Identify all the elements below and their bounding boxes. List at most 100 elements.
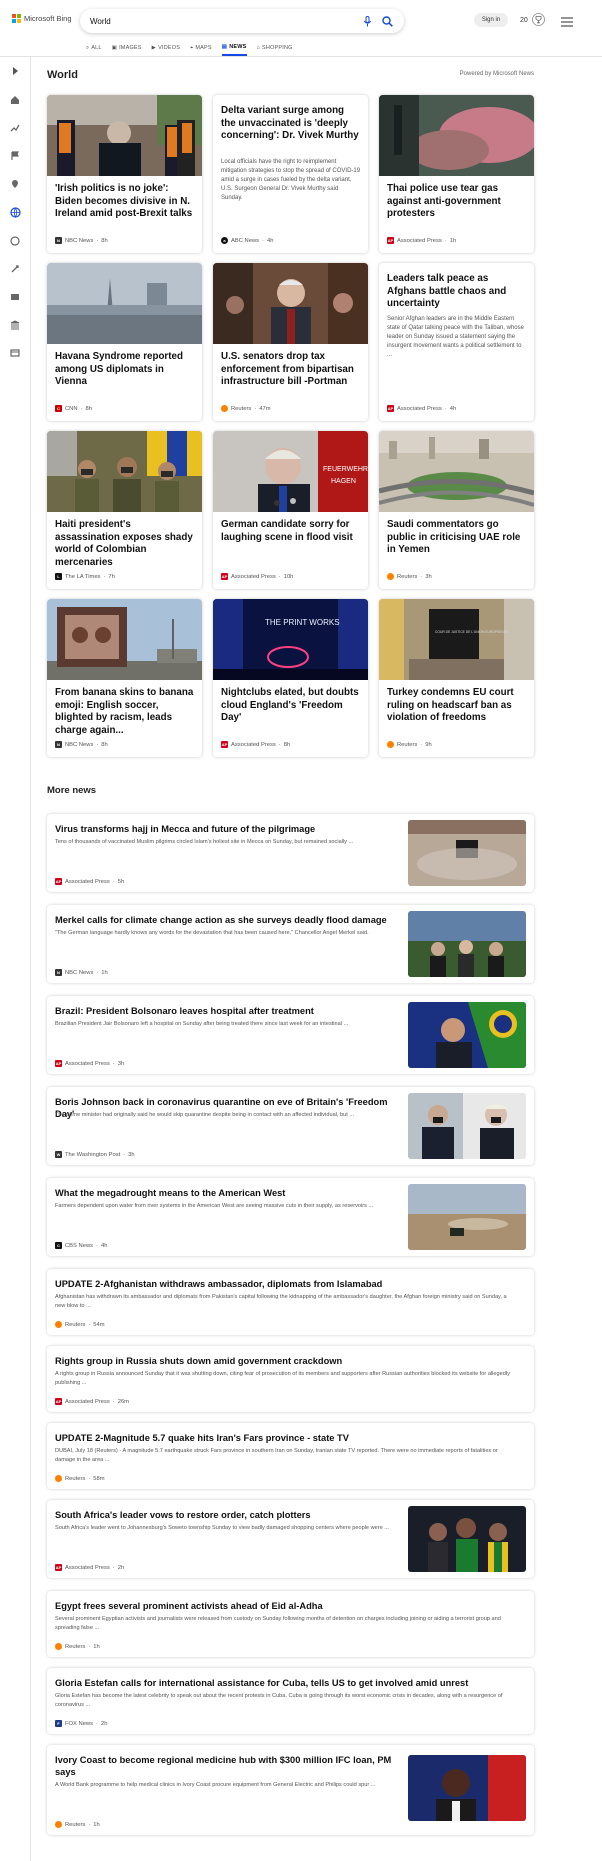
news-list-item[interactable]: Egypt frees several prominent activists … <box>47 1591 534 1657</box>
news-list-item[interactable]: Virus transforms hajj in Mecca and futur… <box>47 814 534 892</box>
fox-news-logo-icon: F <box>55 1720 62 1727</box>
news-image <box>47 95 202 176</box>
card-title[interactable]: Thai police use tear gas against anti-go… <box>387 183 527 221</box>
item-title[interactable]: UPDATE 2-Magnitude 5.7 quake hits Iran's… <box>55 1432 515 1444</box>
item-title[interactable]: Rights group in Russia shuts down amid g… <box>55 1355 515 1367</box>
item-title[interactable]: What the megadrought means to the Americ… <box>55 1187 393 1199</box>
us-flag-icon[interactable] <box>8 149 22 163</box>
card-title[interactable]: Delta variant surge among the unvaccinat… <box>221 105 361 143</box>
news-list-item[interactable]: Gloria Estefan calls for international a… <box>47 1668 534 1734</box>
card-source: N NBC News · 8h <box>55 237 108 244</box>
tab-news[interactable]: ▤ NEWS <box>221 40 247 56</box>
entertainment-film-icon[interactable] <box>8 290 22 304</box>
abc-logo-icon: a <box>221 237 228 244</box>
item-description: A World Bank programme to help medical c… <box>55 1782 376 1788</box>
science-rocket-icon[interactable] <box>8 262 22 276</box>
news-list-item[interactable]: Brazil: President Bolsonaro leaves hospi… <box>47 996 534 1074</box>
item-title[interactable]: Gloria Estefan calls for international a… <box>55 1677 515 1689</box>
item-source: AP Associated Press · 2h <box>55 1564 125 1571</box>
rewards-trophy-icon <box>531 13 545 28</box>
card-title[interactable]: Haiti president's assassination exposes … <box>55 519 195 569</box>
news-list-item[interactable]: UPDATE 2-Afghanistan withdraws ambassado… <box>47 1269 534 1335</box>
news-card[interactable]: Saudi commentators go public in criticis… <box>379 431 534 589</box>
tab-all[interactable]: ⌕ ALL <box>86 40 102 56</box>
ap-logo-icon: AP <box>55 878 62 885</box>
item-title[interactable]: Brazil: President Bolsonaro leaves hospi… <box>55 1005 393 1017</box>
news-list-item[interactable]: What the megadrought means to the Americ… <box>47 1178 534 1256</box>
news-list-item[interactable]: Merkel calls for climate change action a… <box>47 905 534 983</box>
card-title[interactable]: Nightclubs elated, but doubts cloud Engl… <box>221 687 361 725</box>
rewards-button[interactable]: 20 <box>520 13 545 28</box>
item-title[interactable]: Egypt frees several prominent activists … <box>55 1600 515 1612</box>
time-ago: 8h <box>85 405 92 412</box>
news-card[interactable]: COUR DE JUSTICE DE L'UNION EUROPÉENNE Tu… <box>379 599 534 757</box>
video-icon: ▶ <box>151 45 157 51</box>
item-title[interactable]: Virus transforms hajj in Mecca and futur… <box>55 823 393 835</box>
search-input[interactable]: World <box>90 17 354 26</box>
item-title[interactable]: Ivory Coast to become regional medicine … <box>55 1754 393 1778</box>
card-source: L The LA Times · 7h <box>55 573 115 580</box>
microphone-icon[interactable] <box>360 14 374 28</box>
bing-logo[interactable]: Microsoft Bing <box>12 14 72 23</box>
ap-logo-icon: AP <box>55 1060 62 1067</box>
item-title[interactable]: Merkel calls for climate change action a… <box>55 914 393 926</box>
search-box[interactable]: World <box>80 9 404 33</box>
news-card[interactable]: Havana Syndrome reported among US diplom… <box>47 263 202 421</box>
cbs-logo-icon: C <box>55 1242 62 1249</box>
ap-logo-icon: AP <box>221 573 228 580</box>
card-title[interactable]: Havana Syndrome reported among US diplom… <box>55 351 195 389</box>
news-list-item[interactable]: South Africa's leader vows to restore or… <box>47 1500 534 1578</box>
item-title[interactable]: South Africa's leader vows to restore or… <box>55 1509 393 1521</box>
location-pin-icon[interactable] <box>8 177 22 191</box>
card-title[interactable]: Turkey condemns EU court ruling on heads… <box>387 687 527 725</box>
card-title[interactable]: Leaders talk peace as Afghans battle cha… <box>387 273 527 311</box>
card-title[interactable]: German candidate sorry for laughing scen… <box>221 519 361 544</box>
item-description: Tens of thousands of vaccinated Muslim p… <box>55 839 354 845</box>
news-card[interactable]: Haiti president's assassination exposes … <box>47 431 202 589</box>
news-card[interactable]: Leaders talk peace as Afghans battle cha… <box>379 263 534 421</box>
sports-icon[interactable] <box>8 234 22 248</box>
search-icon[interactable] <box>380 14 394 28</box>
news-card[interactable]: FEUERWEHR HAGEN German candidate sorry fo… <box>213 431 368 589</box>
item-description: "The German language hardly knows any wo… <box>55 930 369 936</box>
image-sign-text: THE PRINT WORKS <box>265 618 340 627</box>
tab-label: VIDEOS <box>158 45 181 51</box>
item-description: Afghanistan has withdrawn its ambassador… <box>55 1294 507 1309</box>
news-card[interactable]: From banana skins to banana emoji: Engli… <box>47 599 202 757</box>
politics-building-icon[interactable] <box>8 318 22 332</box>
news-list-item[interactable]: Ivory Coast to become regional medicine … <box>47 1745 534 1835</box>
card-source: AP Associated Press · 1h <box>387 237 457 244</box>
card-title[interactable]: From banana skins to banana emoji: Engli… <box>55 687 195 737</box>
source-name: NBC News <box>65 969 94 976</box>
news-card[interactable]: 'Irish politics is no joke': Biden becom… <box>47 95 202 253</box>
news-card[interactable]: Delta variant surge among the unvaccinat… <box>213 95 368 253</box>
source-name: Reuters <box>231 405 252 412</box>
news-card[interactable]: THE PRINT WORKS Nightclubs elated, but d… <box>213 599 368 757</box>
tab-shopping[interactable]: ⌂ SHOPPING <box>257 40 293 56</box>
expand-chevron-icon[interactable] <box>8 64 22 78</box>
news-list-item[interactable]: Rights group in Russia shuts down amid g… <box>47 1346 534 1412</box>
home-icon[interactable] <box>8 93 22 107</box>
tab-maps[interactable]: ⌖ MAPS <box>190 40 212 56</box>
hamburger-menu-icon[interactable] <box>561 14 573 32</box>
source-name: Associated Press <box>65 878 110 885</box>
globe-icon[interactable] <box>8 205 22 219</box>
cnn-logo-icon: C <box>55 405 62 412</box>
tab-videos[interactable]: ▶ VIDEOS <box>152 40 180 56</box>
card-title[interactable]: Saudi commentators go public in criticis… <box>387 519 527 557</box>
news-list-item[interactable]: UPDATE 2-Magnitude 5.7 quake hits Iran's… <box>47 1423 534 1489</box>
source-name: Reuters <box>397 741 418 748</box>
time-ago: 4h <box>449 405 457 412</box>
news-list-item[interactable]: Boris Johnson back in coronavirus quaran… <box>47 1087 534 1165</box>
news-card[interactable]: U.S. senators drop tax enforcement from … <box>213 263 368 421</box>
sign-in-button[interactable]: Sign in <box>474 13 508 27</box>
item-title[interactable]: UPDATE 2-Afghanistan withdraws ambassado… <box>55 1278 515 1290</box>
tab-images[interactable]: ▣ IMAGES <box>112 40 142 56</box>
money-card-icon[interactable] <box>8 346 22 360</box>
news-card[interactable]: Thai police use tear gas against anti-go… <box>379 95 534 253</box>
trending-icon[interactable] <box>8 121 22 135</box>
powered-by-label: Powered by Microsoft News <box>459 71 534 77</box>
card-title[interactable]: 'Irish politics is no joke': Biden becom… <box>55 183 195 221</box>
card-source: Reuters · 47m <box>221 405 271 412</box>
card-title[interactable]: U.S. senators drop tax enforcement from … <box>221 351 361 389</box>
